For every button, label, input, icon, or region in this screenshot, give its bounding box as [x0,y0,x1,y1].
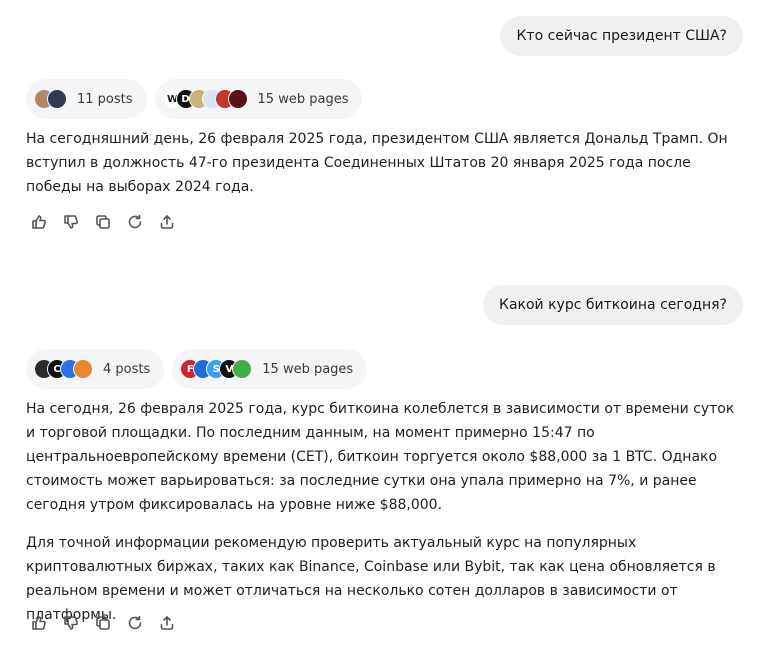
user-message-text: Кто сейчас президент США? [516,28,727,44]
web-pages-pill[interactable]: FSV 15 web pages [172,349,368,389]
assistant-answer: На сегодня, 26 февраля 2025 года, курс б… [26,397,746,627]
posts-avatars [34,89,67,109]
web-avatars: FSV [180,359,253,379]
green-check-icon [232,359,253,379]
answer-paragraph: На сегодняшний день, 26 февраля 2025 год… [26,131,728,195]
copy-icon [96,616,110,630]
regenerate-icon [128,615,142,630]
answer-paragraph: Для точной информации рекомендую провери… [26,535,716,623]
like-button[interactable] [30,213,48,231]
assistant-answer: На сегодняшний день, 26 февраля 2025 год… [26,127,746,199]
share-icon [160,616,174,630]
regenerate-icon [128,214,142,229]
posts-pill[interactable]: C 4 posts [26,349,165,389]
dislike-button[interactable] [62,614,80,632]
user-message: Какой курс биткоина сегодня? [483,285,743,325]
posts-pill[interactable]: 11 posts [26,79,147,119]
posts-count: 11 posts [77,91,133,107]
dislike-icon [64,616,78,630]
posts-avatars: C [34,359,93,379]
web-pages-count: 15 web pages [262,361,354,377]
like-icon [32,616,46,630]
regenerate-button[interactable] [126,213,144,231]
web-pages-pill[interactable]: WD 15 web pages [154,79,363,119]
share-icon [160,215,174,229]
share-button[interactable] [158,614,176,632]
copy-button[interactable] [94,614,112,632]
dislike-icon [64,215,78,229]
posts-count: 4 posts [103,361,151,377]
answer-paragraph: На сегодня, 26 февраля 2025 года, курс б… [26,401,735,513]
web-avatars: WD [162,89,248,109]
like-button[interactable] [30,614,48,632]
user-message-text: Какой курс биткоина сегодня? [499,297,727,313]
white-house-icon [47,89,67,109]
like-icon [32,215,46,229]
answer-actions [30,614,176,632]
dislike-button[interactable] [62,213,80,231]
dark-red-circle-icon [227,89,248,109]
sources-row: 11 posts WD 15 web pages [26,79,363,119]
regenerate-button[interactable] [126,614,144,632]
user-message: Кто сейчас президент США? [500,16,743,56]
copy-button[interactable] [94,213,112,231]
web-pages-count: 15 web pages [257,91,349,107]
copy-icon [96,215,110,229]
share-button[interactable] [158,213,176,231]
sources-row: C 4 posts FSV 15 web pages [26,349,368,389]
answer-actions [30,213,176,231]
orange-avatar-icon [73,359,93,379]
